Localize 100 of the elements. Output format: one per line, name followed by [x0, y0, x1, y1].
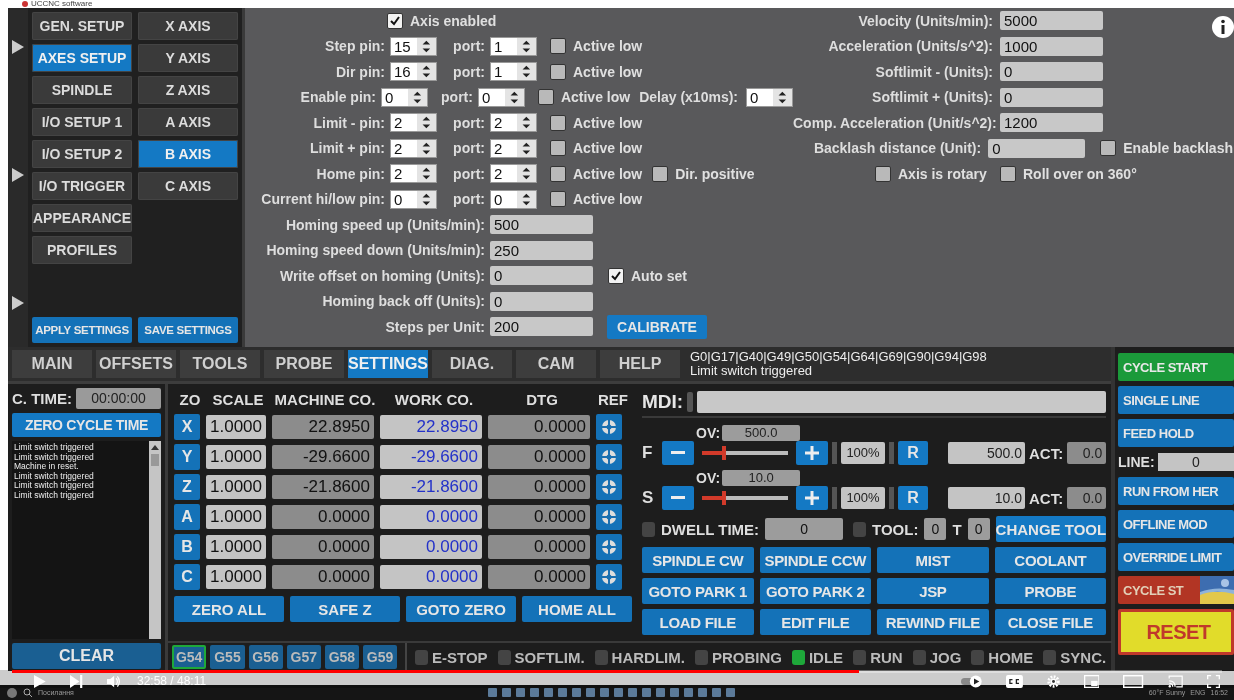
spinner-arrows-icon[interactable] — [517, 37, 536, 55]
dwell-time-field[interactable]: 0 — [765, 518, 844, 540]
machine-action-button[interactable]: LOAD FILE — [642, 609, 754, 635]
work-coordinate[interactable]: 0.0000 — [380, 505, 482, 529]
spinner-arrows-icon[interactable] — [517, 63, 536, 81]
number-spinner[interactable]: 0 — [390, 189, 437, 209]
input-field[interactable]: 1200 — [1000, 113, 1103, 133]
spinner-arrows-icon[interactable] — [417, 114, 436, 132]
checkbox[interactable] — [550, 140, 566, 157]
input-field[interactable]: 200 — [490, 317, 593, 337]
axis-menu-button[interactable]: A AXIS — [138, 108, 238, 136]
axis-action-button[interactable]: GOTO ZERO — [406, 596, 516, 622]
machine-action-button[interactable]: CLOSE FILE — [994, 609, 1107, 635]
work-coordinate[interactable]: 0.0000 — [380, 565, 482, 589]
set-value-field[interactable]: 500.0 — [948, 442, 1025, 464]
spinner-arrows-icon[interactable] — [417, 139, 436, 157]
checkbox[interactable] — [1000, 165, 1016, 182]
axis-action-button[interactable]: HOME ALL — [522, 596, 632, 622]
home-axis-button[interactable] — [596, 504, 622, 530]
input-field[interactable]: 250 — [490, 240, 593, 260]
tab[interactable]: SETTINGS — [348, 350, 428, 378]
control-button[interactable]: OVERRIDE LIMIT — [1118, 543, 1234, 571]
scrollbar[interactable] — [149, 441, 161, 639]
control-button[interactable]: OFFLINE MOD — [1118, 510, 1234, 538]
home-axis-button[interactable] — [596, 474, 622, 500]
control-button[interactable]: FEED HOLD — [1118, 419, 1234, 447]
number-spinner[interactable]: 2 — [390, 113, 437, 133]
checkbox[interactable] — [387, 12, 403, 29]
reset-button[interactable]: RESET — [1118, 609, 1234, 655]
input-field[interactable]: 5000 — [1000, 11, 1103, 31]
zero-axis-button[interactable]: A — [174, 504, 200, 530]
autoplay-toggle-icon[interactable] — [960, 675, 982, 688]
input-field[interactable]: 0 — [1000, 62, 1103, 82]
number-spinner[interactable]: 2 — [490, 113, 537, 133]
increase-button[interactable] — [796, 486, 828, 510]
machine-action-button[interactable]: GOTO PARK 2 — [759, 578, 872, 604]
mdi-input-field[interactable] — [697, 391, 1107, 413]
spinner-arrows-icon[interactable] — [517, 139, 536, 157]
spinner-arrows-icon[interactable] — [773, 88, 792, 106]
number-spinner[interactable]: 16 — [390, 62, 437, 82]
home-axis-button[interactable] — [596, 564, 622, 590]
change-tool-button[interactable]: CHANGE TOOL — [995, 516, 1107, 542]
checkbox[interactable] — [550, 114, 566, 131]
number-spinner[interactable]: 1 — [490, 36, 537, 56]
work-coordinate[interactable]: -29.6600 — [380, 445, 482, 469]
axis-menu-button[interactable]: B AXIS — [138, 140, 238, 168]
tab[interactable]: MAIN — [12, 350, 92, 378]
zero-cycle-time-button[interactable]: ZERO CYCLE TIME — [12, 413, 161, 437]
expand-arrow-icon[interactable] — [12, 40, 24, 54]
spinner-arrows-icon[interactable] — [517, 114, 536, 132]
number-spinner[interactable]: 2 — [390, 164, 437, 184]
checkbox[interactable] — [652, 165, 669, 182]
spinner-arrows-icon[interactable] — [505, 88, 524, 106]
settings-action-button[interactable]: APPLY SETTINGS — [32, 317, 132, 343]
number-spinner[interactable]: 2 — [490, 138, 537, 158]
number-spinner[interactable]: 2 — [490, 164, 537, 184]
expand-arrow-icon[interactable] — [12, 296, 24, 310]
next-icon[interactable] — [69, 675, 83, 688]
scroll-up-icon[interactable] — [150, 443, 160, 451]
number-spinner[interactable]: 0 — [381, 87, 428, 107]
scale-cell[interactable]: 1.0000 — [206, 445, 266, 469]
number-spinner[interactable]: 0 — [746, 87, 793, 107]
play-icon[interactable] — [34, 675, 46, 688]
setup-menu-button[interactable]: SPINDLE — [32, 76, 132, 104]
axis-action-button[interactable]: ZERO ALL — [174, 596, 284, 622]
info-icon[interactable] — [1212, 16, 1234, 38]
setup-menu-button[interactable]: GEN. SETUP — [32, 12, 132, 40]
spinner-arrows-icon[interactable] — [417, 190, 436, 208]
spinner-arrows-icon[interactable] — [417, 63, 436, 81]
input-field[interactable]: 0 — [988, 138, 1086, 158]
setup-menu-button[interactable]: I/O SETUP 1 — [32, 108, 132, 136]
expand-arrow-icon[interactable] — [12, 168, 24, 182]
number-spinner[interactable]: 2 — [390, 138, 437, 158]
increase-button[interactable] — [796, 441, 828, 465]
checkbox[interactable] — [550, 191, 566, 208]
checkbox[interactable] — [1100, 140, 1117, 157]
input-field[interactable]: 0 — [1000, 87, 1103, 107]
axis-menu-button[interactable]: C AXIS — [138, 172, 238, 200]
scroll-thumb[interactable] — [151, 454, 159, 466]
machine-action-button[interactable]: GOTO PARK 1 — [642, 578, 754, 604]
machine-action-button[interactable]: JSP — [877, 578, 989, 604]
checkbox[interactable] — [642, 521, 655, 537]
machine-action-button[interactable]: MIST — [877, 547, 989, 573]
setup-menu-button[interactable]: AXES SETUP — [32, 44, 132, 72]
number-spinner[interactable]: 1 — [490, 62, 537, 82]
axis-action-button[interactable]: SAFE Z — [290, 596, 400, 622]
work-offset-button[interactable]: G58 — [324, 645, 359, 669]
checkbox[interactable] — [550, 38, 566, 55]
fullscreen-icon[interactable] — [1207, 675, 1220, 688]
setup-menu-button[interactable]: I/O TRIGGER — [32, 172, 132, 200]
input-field[interactable]: 0 — [490, 291, 593, 311]
tool-number-field[interactable]: 0 — [967, 518, 990, 540]
spinner-arrows-icon[interactable] — [408, 88, 427, 106]
tab[interactable]: CAM — [516, 350, 596, 378]
settings-action-button[interactable]: SAVE SETTINGS — [138, 317, 238, 343]
calibrate-button[interactable]: CALIBRATE — [607, 314, 707, 339]
start-icon[interactable] — [6, 686, 18, 699]
cycle-stop-button[interactable]: CYCLE ST — [1118, 576, 1200, 604]
captions-icon[interactable] — [1005, 675, 1023, 688]
tab[interactable]: TOOLS — [180, 350, 260, 378]
